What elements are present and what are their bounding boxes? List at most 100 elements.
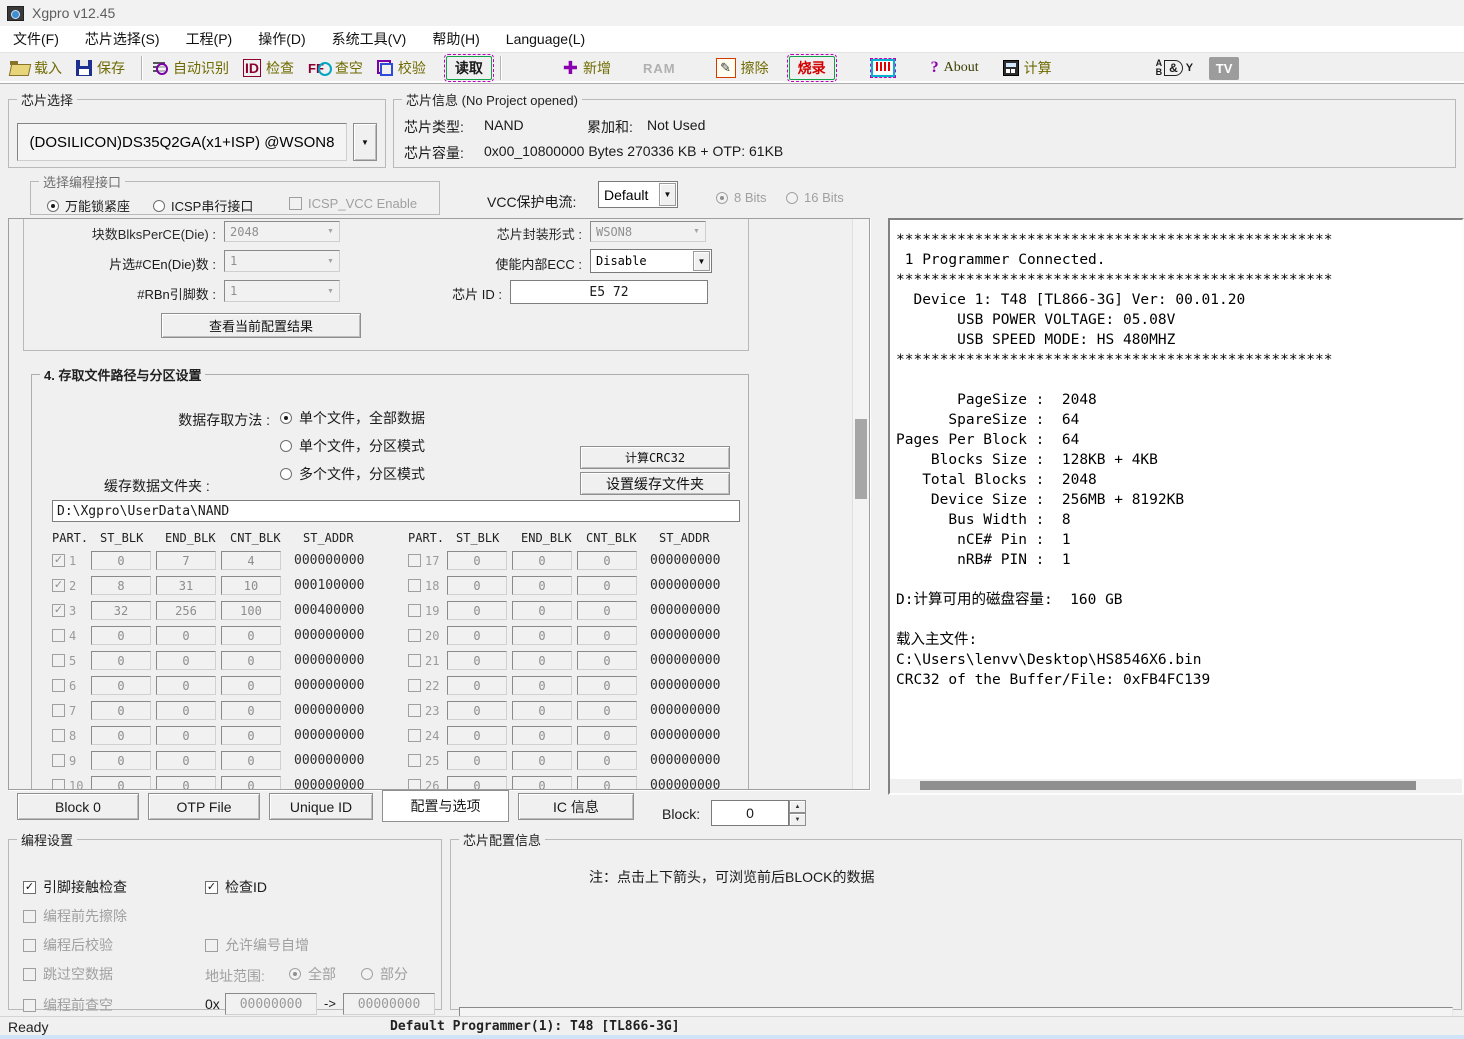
serial-increment-checkbox[interactable]: 允许编号自增 <box>205 935 309 955</box>
bits8-radio[interactable]: 8 Bits <box>716 190 767 205</box>
erase-button[interactable]: ✎ 擦除 <box>716 56 769 80</box>
check-id-checkbox[interactable]: ✓ 检查ID <box>205 877 267 897</box>
menu-item[interactable]: 操作(D) <box>245 26 318 52</box>
partition-checkbox[interactable] <box>408 779 421 790</box>
icsp-radio[interactable]: ICSP串行接口 <box>153 196 253 215</box>
range-part-radio[interactable]: 部分 <box>361 964 408 984</box>
verify-button[interactable]: 校验 <box>377 56 426 80</box>
partition-field[interactable]: 0 <box>577 551 637 570</box>
partition-field[interactable]: 0 <box>156 651 216 670</box>
partition-field[interactable]: 0 <box>512 601 572 620</box>
skip-blank-checkbox[interactable]: 跳过空数据 <box>23 964 113 984</box>
pin-check-checkbox[interactable]: ✓ 引脚接触检查 <box>23 877 127 897</box>
access-method-radio[interactable]: 单个文件，分区模式 <box>280 436 425 456</box>
partition-checkbox[interactable] <box>408 654 421 667</box>
menu-item[interactable]: 工程(P) <box>173 26 246 52</box>
partition-field[interactable]: 0 <box>156 676 216 695</box>
partition-field[interactable]: 0 <box>156 726 216 745</box>
console-horizontal-scrollbar[interactable] <box>890 779 1462 793</box>
partition-field[interactable]: 10 <box>221 576 281 595</box>
partition-field[interactable]: 0 <box>447 701 507 720</box>
partition-field[interactable]: 0 <box>91 676 151 695</box>
partition-field[interactable]: 0 <box>91 701 151 720</box>
partition-field[interactable]: 0 <box>156 701 216 720</box>
partition-field[interactable]: 256 <box>156 601 216 620</box>
partition-field[interactable]: 0 <box>447 751 507 770</box>
access-method-radio[interactable]: 多个文件，分区模式 <box>280 464 425 484</box>
tab-0[interactable]: Block 0 <box>17 793 139 820</box>
partition-field[interactable]: 7 <box>156 551 216 570</box>
erase-before-checkbox[interactable]: 编程前先擦除 <box>23 906 127 926</box>
verify-after-checkbox[interactable]: 编程后校验 <box>23 935 113 955</box>
menu-item[interactable]: Language(L) <box>493 26 598 52</box>
menu-item[interactable]: 帮助(H) <box>419 26 492 52</box>
config-vertical-scrollbar[interactable] <box>852 219 869 789</box>
partition-field[interactable]: 0 <box>221 676 281 695</box>
chip-select-combobox[interactable]: (DOSILICON)DS35Q2GA(x1+ISP) @WSON8 <box>17 123 347 161</box>
partition-field[interactable]: 8 <box>91 576 151 595</box>
scrollbar-thumb[interactable] <box>920 781 1416 790</box>
access-method-radio[interactable]: 单个文件，全部数据 <box>280 408 425 428</box>
block-value-field[interactable]: 0 <box>711 800 789 826</box>
partition-checkbox[interactable] <box>408 754 421 767</box>
partition-field[interactable]: 4 <box>221 551 281 570</box>
partition-checkbox[interactable]: ✓ <box>52 579 65 592</box>
partition-field[interactable]: 0 <box>577 726 637 745</box>
about-button[interactable]: ? About <box>931 56 979 80</box>
ram-button[interactable]: RAM <box>643 56 676 80</box>
menu-item[interactable]: 系统工具(V) <box>319 26 420 52</box>
set-cache-folder-button[interactable]: 设置缓存文件夹 <box>580 472 730 495</box>
partition-checkbox[interactable] <box>408 579 421 592</box>
package-combobox[interactable]: WSON8 ▼ <box>590 221 706 242</box>
read-button[interactable]: 读取 <box>446 56 492 80</box>
partition-field[interactable]: 0 <box>91 751 151 770</box>
partition-field[interactable]: 0 <box>447 776 507 790</box>
view-config-button[interactable]: 查看当前配置结果 <box>161 313 361 338</box>
partition-field[interactable]: 0 <box>156 776 216 790</box>
partition-field[interactable]: 0 <box>577 626 637 645</box>
range-all-radio[interactable]: 全部 <box>289 964 336 984</box>
addr-to-field[interactable]: 00000000 <box>343 993 435 1015</box>
logic-gate-icon[interactable]: AB & Y <box>1156 59 1194 77</box>
add-button[interactable]: ✚ 新增 <box>563 56 611 80</box>
partition-field[interactable]: 0 <box>91 626 151 645</box>
partition-field[interactable]: 0 <box>221 726 281 745</box>
pin-detect-button[interactable] <box>871 56 895 80</box>
icsp-vcc-checkbox[interactable]: ICSP_VCC Enable <box>289 196 417 211</box>
partition-field[interactable]: 0 <box>512 676 572 695</box>
spin-down-button[interactable]: ▼ <box>789 813 806 826</box>
partition-field[interactable]: 0 <box>447 576 507 595</box>
partition-checkbox[interactable] <box>408 604 421 617</box>
partition-field[interactable]: 0 <box>91 776 151 790</box>
partition-checkbox[interactable] <box>408 729 421 742</box>
partition-field[interactable]: 0 <box>512 726 572 745</box>
bits16-radio[interactable]: 16 Bits <box>786 190 844 205</box>
partition-field[interactable]: 32 <box>91 601 151 620</box>
partition-field[interactable]: 0 <box>577 776 637 790</box>
partition-field[interactable]: 0 <box>577 576 637 595</box>
partition-field[interactable]: 0 <box>221 751 281 770</box>
cache-folder-path-field[interactable]: D:\Xgpro\UserData\NAND <box>52 500 740 522</box>
partition-field[interactable]: 0 <box>512 776 572 790</box>
partition-field[interactable]: 0 <box>512 701 572 720</box>
menu-item[interactable]: 文件(F) <box>0 26 72 52</box>
partition-checkbox[interactable] <box>52 754 65 767</box>
partition-field[interactable]: 0 <box>221 776 281 790</box>
partition-checkbox[interactable] <box>52 729 65 742</box>
partition-field[interactable]: 0 <box>577 701 637 720</box>
partition-checkbox[interactable] <box>408 629 421 642</box>
check-id-button[interactable]: ID 检查 <box>243 56 294 80</box>
partition-field[interactable]: 0 <box>577 601 637 620</box>
calc-crc32-button[interactable]: 计算CRC32 <box>580 446 730 469</box>
partition-checkbox[interactable] <box>52 679 65 692</box>
partition-field[interactable]: 0 <box>221 701 281 720</box>
partition-checkbox[interactable] <box>52 779 65 790</box>
partition-field[interactable]: 0 <box>512 751 572 770</box>
blank-check-button[interactable]: FF 查空 <box>308 56 363 80</box>
chip-id-field[interactable]: E5 72 <box>510 280 708 304</box>
blocks-per-ce-combobox[interactable]: 2048 ▼ <box>224 221 340 242</box>
save-button[interactable]: 保存 <box>76 56 125 80</box>
partition-field[interactable]: 31 <box>156 576 216 595</box>
partition-checkbox[interactable] <box>52 629 65 642</box>
partition-field[interactable]: 0 <box>512 576 572 595</box>
